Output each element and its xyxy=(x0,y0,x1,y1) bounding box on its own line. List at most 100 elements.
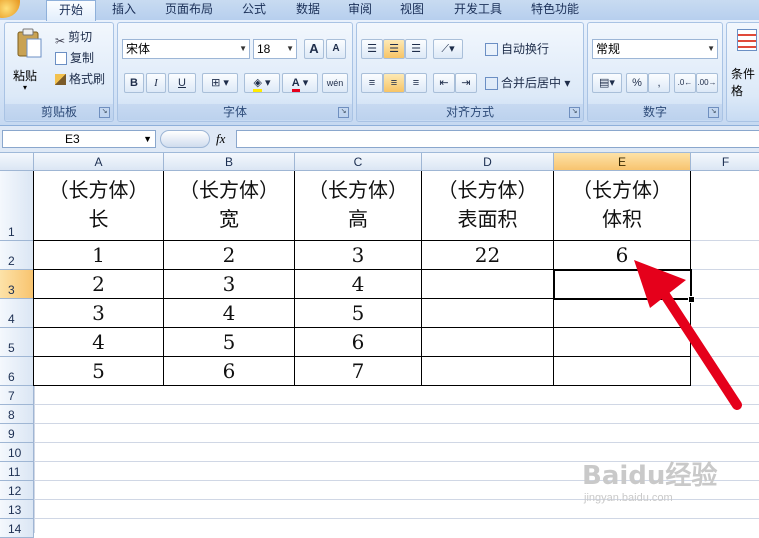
percent-button[interactable]: % xyxy=(626,73,648,93)
alignment-launcher-icon[interactable]: ↘ xyxy=(569,107,580,118)
name-box-value: E3 xyxy=(65,132,80,146)
font-name-value: 宋体 xyxy=(126,42,151,56)
cell-f1[interactable] xyxy=(691,171,759,241)
align-bottom-button[interactable]: ☰ xyxy=(405,39,427,59)
comma-button[interactable]: , xyxy=(648,73,670,93)
increase-decimal-icon: .0← xyxy=(677,78,693,87)
chevron-down-icon: ▼ xyxy=(286,44,294,53)
merge-center-button[interactable]: 合并后居中 ▾ xyxy=(485,73,570,93)
cell-c1[interactable]: （长方体） 高 xyxy=(295,171,422,241)
tab-page-layout[interactable]: 页面布局 xyxy=(158,0,220,20)
orientation-button[interactable]: ⟋▾ xyxy=(433,39,463,59)
phonetic-icon: wén xyxy=(326,78,344,88)
cell-d2[interactable]: 22 xyxy=(422,241,554,270)
italic-button[interactable]: I xyxy=(146,73,166,93)
cell-b2[interactable]: 2 xyxy=(164,241,295,270)
office-button[interactable] xyxy=(0,0,20,18)
formula-bar-toggle[interactable] xyxy=(160,130,210,148)
clipboard-group-label: 剪贴板 xyxy=(5,104,113,120)
wrap-text-button[interactable]: 自动换行 xyxy=(485,39,549,59)
cell-a2[interactable]: 1 xyxy=(34,241,164,270)
cut-label: 剪切 xyxy=(68,30,93,44)
styles-group: 条件格 xyxy=(726,22,759,122)
increase-decimal-button[interactable]: .0← xyxy=(674,73,696,93)
tab-insert[interactable]: 插入 xyxy=(102,0,146,20)
formula-input[interactable] xyxy=(236,130,759,148)
cell-e1[interactable]: （长方体） 体积 xyxy=(554,171,691,241)
tab-review[interactable]: 审阅 xyxy=(338,0,382,20)
fill-color-button[interactable]: ◈ ▾ xyxy=(244,73,280,93)
paste-label: 粘贴 xyxy=(13,69,38,83)
cell-b3[interactable]: 3 xyxy=(164,270,295,299)
cell-d4[interactable] xyxy=(422,299,554,328)
paint-bucket-icon: ◈ xyxy=(253,77,262,92)
cell-d6[interactable] xyxy=(422,357,554,386)
tab-special[interactable]: 特色功能 xyxy=(524,0,586,20)
number-group-label: 数字 xyxy=(588,104,722,120)
chevron-down-icon[interactable]: ▼ xyxy=(143,131,152,147)
clipboard-launcher-icon[interactable]: ↘ xyxy=(99,107,110,118)
align-right-button[interactable]: ≡ xyxy=(405,73,427,93)
font-size-select[interactable]: 18 ▼ xyxy=(253,39,297,59)
cell-a4[interactable]: 3 xyxy=(34,299,164,328)
tab-developer[interactable]: 开发工具 xyxy=(446,0,510,20)
cell-a5[interactable]: 4 xyxy=(34,328,164,357)
cell-c6[interactable]: 7 xyxy=(295,357,422,386)
shrink-font-button[interactable]: A xyxy=(326,39,346,59)
cell-d5[interactable] xyxy=(422,328,554,357)
watermark-url: jingyan.baidu.com xyxy=(584,492,673,504)
baidu-watermark: Baidu经验 jingyan.baidu.com xyxy=(582,455,742,515)
name-box[interactable]: E3 ▼ xyxy=(2,130,156,148)
table-left-border xyxy=(33,171,34,386)
phonetic-button[interactable]: wén xyxy=(322,73,348,93)
cell-a1[interactable]: （长方体） 长 xyxy=(34,171,164,241)
insert-function-button[interactable]: fx xyxy=(216,131,225,147)
paste-button[interactable]: 粘贴 ▾ xyxy=(11,27,47,92)
tab-formulas[interactable]: 公式 xyxy=(232,0,276,20)
align-left-button[interactable]: ≡ xyxy=(361,73,383,93)
increase-indent-button[interactable]: ⇥ xyxy=(455,73,477,93)
annotation-arrow-icon xyxy=(634,260,742,410)
borders-button[interactable]: ⊞ ▾ xyxy=(202,73,238,93)
clipboard-group: 粘贴 ▾ ✂ 剪切 复制 格式刷 剪贴板 ↘ xyxy=(4,22,114,122)
cell-b5[interactable]: 5 xyxy=(164,328,295,357)
cell-c4[interactable]: 5 xyxy=(295,299,422,328)
align-top-button[interactable]: ☰ xyxy=(361,39,383,59)
outdent-icon: ⇤ xyxy=(439,77,449,89)
number-format-select[interactable]: 常规 ▼ xyxy=(592,39,718,59)
decrease-decimal-button[interactable]: .00→ xyxy=(696,73,718,93)
font-name-select[interactable]: 宋体 ▼ xyxy=(122,39,250,59)
font-group: 宋体 ▼ 18 ▼ A A B I U ⊞ ▾ ◈ ▾ A ▾ wén 字体 ↘ xyxy=(117,22,353,122)
tab-data[interactable]: 数据 xyxy=(286,0,330,20)
align-center-button[interactable]: ≡ xyxy=(383,73,405,93)
bold-button[interactable]: B xyxy=(124,73,144,93)
cell-b6[interactable]: 6 xyxy=(164,357,295,386)
font-color-button[interactable]: A ▾ xyxy=(282,73,318,93)
cell-b1[interactable]: （长方体） 宽 xyxy=(164,171,295,241)
cell-c5[interactable]: 6 xyxy=(295,328,422,357)
scissors-icon: ✂ xyxy=(55,33,66,48)
cell-c2[interactable]: 3 xyxy=(295,241,422,270)
font-color-icon: A xyxy=(291,77,300,92)
number-launcher-icon[interactable]: ↘ xyxy=(708,107,719,118)
format-painter-button[interactable]: 格式刷 xyxy=(55,69,105,89)
currency-button[interactable]: ▤▾ xyxy=(592,73,622,93)
conditional-format-button[interactable]: 条件格 xyxy=(731,65,759,99)
underline-button[interactable]: U xyxy=(168,73,196,93)
paste-dropdown-icon[interactable]: ▾ xyxy=(23,83,27,92)
grow-font-button[interactable]: A xyxy=(304,39,324,59)
align-bottom-icon: ☰ xyxy=(411,43,421,55)
align-middle-button[interactable]: ☰ xyxy=(383,39,405,59)
tab-home[interactable]: 开始 xyxy=(46,0,96,21)
cell-a3[interactable]: 2 xyxy=(34,270,164,299)
decrease-indent-button[interactable]: ⇤ xyxy=(433,73,455,93)
tab-view[interactable]: 视图 xyxy=(392,0,432,20)
cell-a6[interactable]: 5 xyxy=(34,357,164,386)
cell-b4[interactable]: 4 xyxy=(164,299,295,328)
cell-c3[interactable]: 4 xyxy=(295,270,422,299)
cut-button[interactable]: ✂ 剪切 xyxy=(55,27,93,48)
cell-d3[interactable] xyxy=(422,270,554,299)
copy-button[interactable]: 复制 xyxy=(55,48,94,68)
font-launcher-icon[interactable]: ↘ xyxy=(338,107,349,118)
cell-d1[interactable]: （长方体） 表面积 xyxy=(422,171,554,241)
